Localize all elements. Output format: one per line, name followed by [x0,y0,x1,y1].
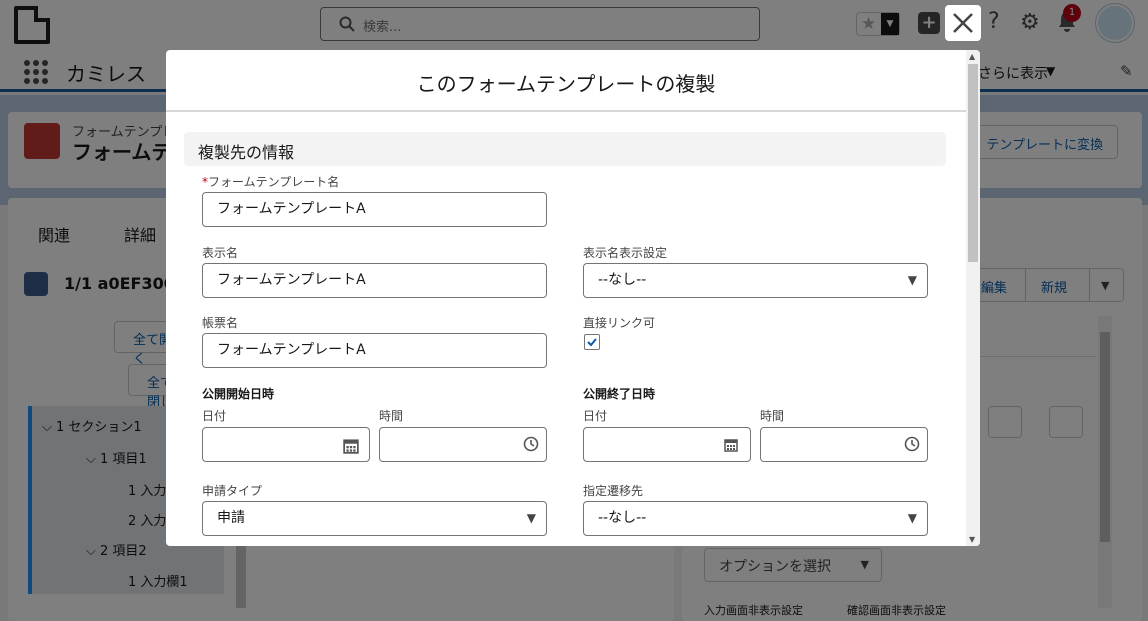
chevron-down-icon: ▼ [907,273,917,287]
checkmark-icon [587,338,597,347]
clock-icon[interactable] [904,436,920,452]
scroll-up-icon[interactable]: ▲ [969,52,975,61]
template-name-label: *フォームテンプレート名 [202,175,340,189]
display-setting-select[interactable]: --なし-- ▼ [583,263,928,298]
section-header: 複製先の情報 [184,132,946,166]
publish-end-label: 公開終了日時 [583,387,656,401]
publish-end-date-label: 日付 [583,409,608,423]
clone-modal: このフォームテンプレートの複製 複製先の情報 *フォームテンプレート名 フォーム… [166,50,980,546]
redirect-label: 指定遷移先 [583,484,644,498]
publish-start-label: 公開開始日時 [202,387,275,401]
publish-start-time-label: 時間 [379,409,404,423]
modal-scrollbar[interactable]: ▲ ▼ [966,50,980,546]
modal-close-button[interactable] [945,5,981,41]
form-name-label: 帳票名 [202,316,239,330]
publish-start-date-label: 日付 [202,409,227,423]
calendar-icon[interactable] [343,438,359,454]
calendar-icon[interactable] [724,438,738,452]
request-type-label: 申請タイプ [202,484,263,498]
direct-link-checkbox[interactable] [584,334,600,350]
direct-link-label: 直接リンク可 [583,316,656,330]
scroll-thumb[interactable] [968,64,978,262]
clock-icon[interactable] [523,436,539,452]
chevron-down-icon: ▼ [526,511,536,525]
form-name-input[interactable]: フォームテンプレートA [202,333,547,368]
request-type-select[interactable]: 申請 ▼ [202,501,547,536]
modal-header: このフォームテンプレートの複製 [166,50,966,112]
chevron-down-icon: ▼ [907,511,917,525]
publish-end-time-input[interactable] [760,427,928,462]
display-name-input[interactable]: フォームテンプレートA [202,263,547,298]
section-title: 複製先の情報 [198,143,295,162]
display-setting-label: 表示名表示設定 [583,246,668,260]
redirect-select[interactable]: --なし-- ▼ [583,501,928,536]
modal-title: このフォームテンプレートの複製 [416,72,716,96]
display-name-label: 表示名 [202,246,239,260]
publish-end-time-label: 時間 [760,409,785,423]
scroll-down-icon[interactable]: ▼ [969,535,975,544]
publish-start-time-input[interactable] [379,427,547,462]
close-icon [953,13,973,33]
template-name-input[interactable]: フォームテンプレートA [202,192,547,227]
